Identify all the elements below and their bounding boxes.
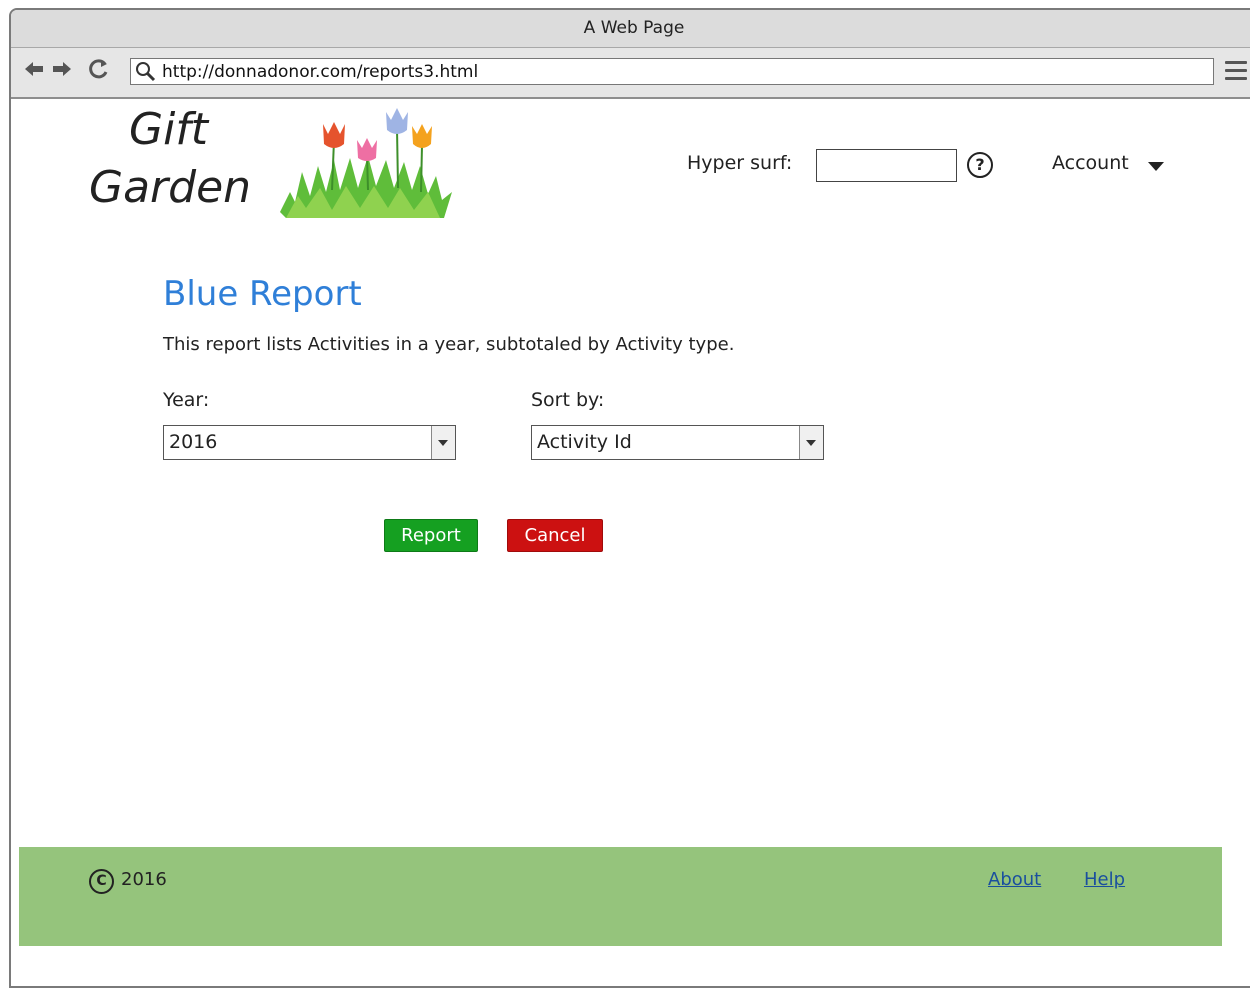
year-label: Year: (163, 389, 210, 411)
about-link[interactable]: About (988, 869, 1041, 890)
tulips-logo-image (280, 108, 452, 218)
logo-text-gift: Gift (129, 104, 209, 155)
help-icon[interactable]: ? (967, 152, 993, 178)
footer: C 2016 About Help (19, 847, 1222, 946)
year-select[interactable]: 2016 (163, 425, 456, 460)
chevron-down-icon[interactable] (1148, 162, 1164, 171)
account-menu[interactable]: Account (1052, 152, 1129, 174)
sort-by-label: Sort by: (531, 389, 605, 411)
logo-text-garden: Garden (89, 162, 252, 213)
sort-by-select[interactable]: Activity Id (531, 425, 824, 460)
sort-by-select-value: Activity Id (537, 431, 632, 453)
hyper-surf-input[interactable] (816, 149, 957, 182)
dropdown-arrow-icon[interactable] (799, 426, 823, 459)
help-link[interactable]: Help (1084, 869, 1125, 890)
copyright-year: 2016 (121, 869, 167, 890)
page-title: Blue Report (163, 274, 362, 314)
report-button[interactable]: Report (384, 519, 478, 552)
year-select-value: 2016 (169, 431, 218, 453)
browser-window: A Web Page http://donnadonor.com/reports… (9, 8, 1250, 988)
hyper-surf-label: Hyper surf: (687, 152, 793, 174)
dropdown-arrow-icon[interactable] (431, 426, 455, 459)
cancel-button[interactable]: Cancel (507, 519, 603, 552)
copyright-icon: C (89, 869, 114, 894)
report-description: This report lists Activities in a year, … (163, 334, 735, 355)
